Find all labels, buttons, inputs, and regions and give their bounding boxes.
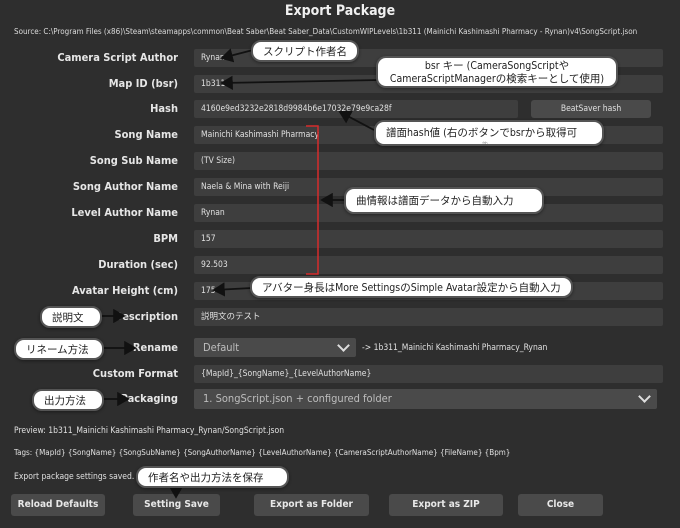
callout-rename: リネーム方法 xyxy=(14,338,104,360)
callout-bsr: bsr キー (CameraSongScriptや CameraScriptMa… xyxy=(376,56,618,88)
callout-hash: 譜面hash値 (右のボタンでbsrから取得可 能 xyxy=(374,120,604,146)
callout-bsr-line2: CameraScriptManagerの検索キーとして使用) xyxy=(389,73,605,85)
avatar-arrow xyxy=(212,282,253,297)
song-info-bracket xyxy=(306,125,319,275)
callout-author: スクリプト作者名 xyxy=(251,40,359,62)
callout-hash-faint: 能 xyxy=(482,142,489,146)
callout-packaging: 出力方法 xyxy=(32,389,104,411)
callout-bsr-line1: bsr キー (CameraSongScriptや xyxy=(424,60,570,72)
callout-save: 作者名や出力方法を保存 xyxy=(136,466,289,488)
author-arrow xyxy=(220,48,254,63)
bsr-arrow xyxy=(220,75,381,90)
hash-arrow xyxy=(338,110,375,131)
callout-avatar: アバター身長はMore SettingsのSimple Avatar設定から自動… xyxy=(250,276,573,298)
callout-description: 説明文 xyxy=(40,306,102,328)
callout-song-info: 曲情報は譜面データから自動入力 xyxy=(344,187,544,214)
